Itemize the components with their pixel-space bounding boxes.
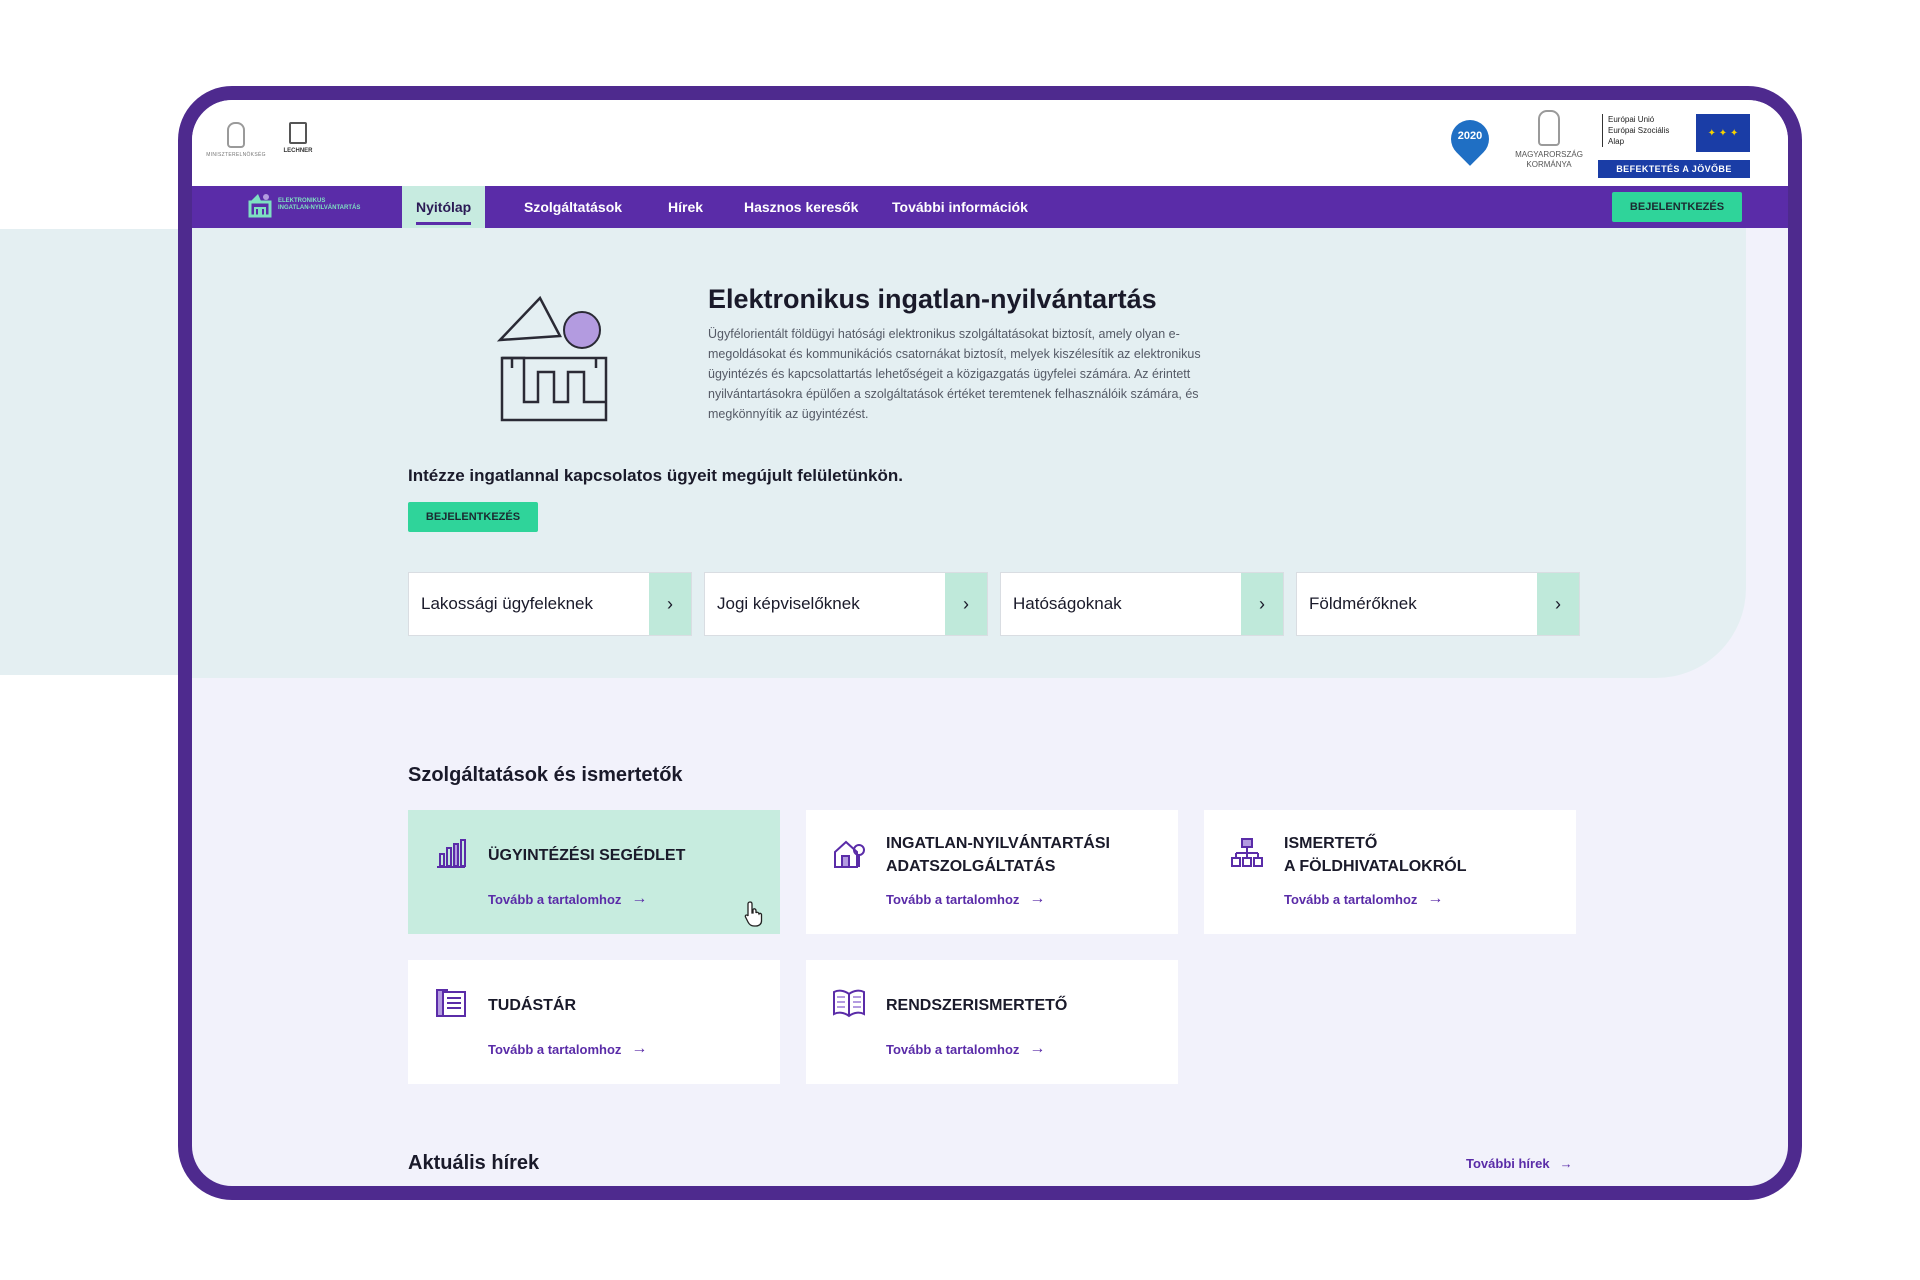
bar-chart-icon — [437, 839, 466, 868]
audience-links: Lakossági ügyfeleknek › Jogi képviselőkn… — [408, 572, 1580, 636]
audience-card-surveyors[interactable]: Földmérőknek › — [1296, 572, 1580, 636]
arrow-right-icon: → — [1029, 890, 1046, 907]
more-news-link[interactable]: További hírek → — [1466, 1156, 1573, 1171]
pointer-cursor-icon — [744, 901, 763, 927]
hero-tagline: Intézze ingatlannal kapcsolatos ügyeit m… — [408, 466, 903, 485]
crest-icon — [227, 122, 245, 148]
service-card-title: Tudástár — [488, 997, 576, 1014]
house-tree-icon — [834, 840, 865, 868]
open-book-icon — [833, 989, 865, 1018]
hero-title: Elektronikus ingatlan-nyilvántartás — [708, 284, 1157, 314]
arrow-right-icon: → — [1029, 1040, 1046, 1057]
login-button[interactable]: BEJELENTKEZÉS — [1612, 192, 1742, 222]
nav-item-search-tools[interactable]: Hasznos keresők — [744, 186, 858, 228]
screen: MINISZTERELNÖKSÉG LECHNER 2020 MAGYARORS… — [192, 100, 1788, 1186]
site-logo[interactable]: ELEKTRONIKUS INGATLAN-NYILVÁNTARTÁS — [248, 192, 360, 218]
eu-flag-icon: ✦ ✦ ✦ — [1696, 114, 1750, 152]
nav-item-news[interactable]: Hírek — [668, 186, 703, 228]
government-logo: MAGYARORSZÁG KORMÁNYA — [1510, 110, 1588, 182]
arrow-right-icon: → — [1559, 1156, 1573, 1171]
arrow-right-icon: → — [631, 1040, 648, 1057]
ministry-logo[interactable]: MINISZTERELNÖKSÉG — [206, 122, 266, 168]
hero-section: Elektronikus ingatlan-nyilvántartás Ügyf… — [192, 228, 1746, 678]
service-card-property-data[interactable]: Ingatlan-nyilvántartási adatszolgáltatás… — [806, 810, 1178, 934]
nav-item-services[interactable]: Szolgáltatások — [524, 186, 622, 228]
chevron-right-icon: › — [945, 573, 987, 635]
audience-card-authorities[interactable]: Hatóságoknak › — [1000, 572, 1284, 636]
service-card-title: Ügyintézési segédlet — [488, 847, 686, 864]
eu-funding-logo: Európai Unió Európai Szociális Alap ✦ ✦ … — [1598, 114, 1750, 178]
org-chart-icon — [1231, 838, 1263, 867]
arrow-right-icon: → — [1427, 890, 1444, 907]
service-card-link[interactable]: Tovább a tartalomhoz → — [1284, 890, 1443, 908]
audience-card-legal-representatives[interactable]: Jogi képviselőknek › — [704, 572, 988, 636]
brand-bar: MINISZTERELNÖKSÉG LECHNER 2020 MAGYARORS… — [192, 100, 1788, 186]
coat-of-arms-icon — [1538, 110, 1560, 146]
service-card-land-offices[interactable]: Ismertető a földhivatalokról Tovább a ta… — [1204, 810, 1576, 934]
service-card-title: Ingatlan-nyilvántartási adatszolgáltatás — [886, 835, 1110, 875]
book-icon — [289, 122, 307, 144]
chevron-right-icon: › — [1241, 573, 1283, 635]
service-card-link[interactable]: Tovább a tartalomhoz → — [488, 1040, 647, 1058]
audience-card-residents[interactable]: Lakossági ügyfeleknek › — [408, 572, 692, 636]
service-card-link[interactable]: Tovább a tartalomhoz → — [488, 890, 647, 908]
nav-item-more-info[interactable]: További információk — [892, 186, 1028, 228]
arrow-right-icon: → — [631, 890, 648, 907]
szechenyi-2020-logo: 2020 — [1443, 112, 1497, 170]
service-card-process-guide[interactable]: Ügyintézési segédlet Tovább a tartalomho… — [408, 810, 780, 934]
service-card-title: Rendszerismertető — [886, 997, 1068, 1014]
hero-description: Ügyfélorientált földügyi hatósági elektr… — [708, 327, 1201, 421]
house-logo-icon — [248, 194, 272, 218]
property-illustration-icon — [496, 295, 608, 422]
document-icon — [436, 989, 466, 1017]
services-section-title: Szolgáltatások és ismertetők — [408, 764, 683, 786]
service-card-knowledge-base[interactable]: Tudástár Tovább a tartalomhoz → — [408, 960, 780, 1084]
tablet-frame: MINISZTERELNÖKSÉG LECHNER 2020 MAGYARORS… — [178, 86, 1802, 1200]
service-card-link[interactable]: Tovább a tartalomhoz → — [886, 890, 1045, 908]
eu-slogan: BEFEKTETÉS A JÖVŐBE — [1598, 160, 1750, 178]
main-nav: ELEKTRONIKUS INGATLAN-NYILVÁNTARTÁS Nyit… — [192, 186, 1788, 228]
news-section-title: Aktuális hírek — [408, 1152, 540, 1174]
nav-item-home[interactable]: Nyitólap — [402, 186, 486, 228]
chevron-right-icon: › — [649, 573, 691, 635]
service-card-title: Ismertető a földhivatalokról — [1284, 835, 1467, 875]
chevron-right-icon: › — [1537, 573, 1579, 635]
eu-text: Európai Unió Európai Szociális Alap — [1602, 114, 1692, 147]
lechner-logo[interactable]: LECHNER — [278, 122, 318, 168]
service-card-system-guide[interactable]: Rendszerismertető Tovább a tartalomhoz → — [806, 960, 1178, 1084]
hero-login-button[interactable]: BEJELENTKEZÉS — [408, 502, 538, 532]
service-card-link[interactable]: Tovább a tartalomhoz → — [886, 1040, 1045, 1058]
